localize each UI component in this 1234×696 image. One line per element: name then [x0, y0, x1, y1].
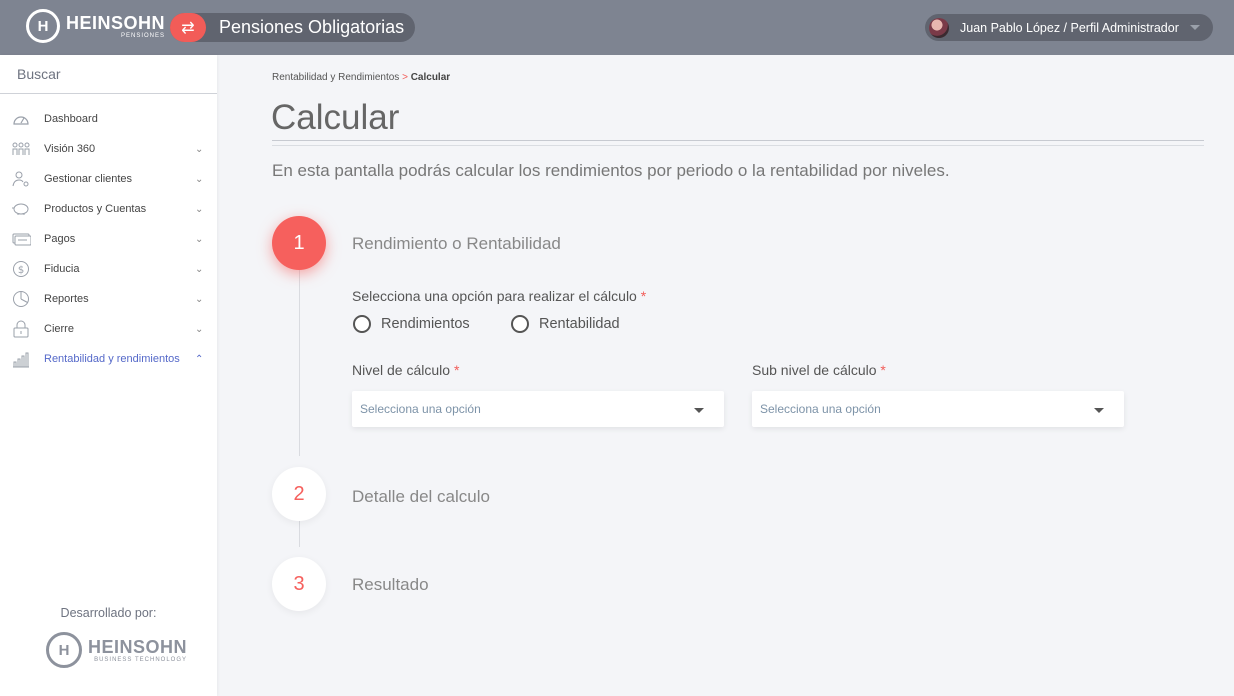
sidebar-item-label: Pagos — [44, 233, 76, 245]
sidebar-item-label: Visión 360 — [44, 143, 96, 155]
sidebar-item-fiducia[interactable]: $ Fiducia ⌄ — [0, 254, 217, 284]
radio-circle[interactable] — [353, 315, 371, 333]
sidebar-item-label: Fiducia — [44, 263, 80, 275]
sidebar-item-label: Reportes — [44, 293, 89, 305]
chevron-down-icon[interactable]: ⌄ — [195, 204, 203, 215]
top-bar: H HEINSOHN PENSIONES ⇄ Pensiones Obligat… — [0, 0, 1234, 55]
heinsohn-footer-logo: H HEINSOHN BUSINESS TECHNOLOGY — [46, 632, 187, 668]
chevron-down-icon[interactable]: ⌄ — [195, 264, 203, 275]
search-input[interactable]: Buscar — [0, 55, 217, 94]
chevron-down-icon[interactable]: ⌄ — [195, 174, 203, 185]
people-icon — [11, 140, 31, 158]
brand-name: HEINSOHN — [66, 12, 166, 33]
radio-label: Rentabilidad — [539, 316, 620, 332]
logo-mark: H — [46, 632, 82, 668]
radio-circle[interactable] — [511, 315, 529, 333]
breadcrumb: Rentabilidad y Rendimientos > Calcular — [272, 72, 450, 83]
select-placeholder: Selecciona una opción — [760, 402, 881, 416]
sidebar-item-label: Gestionar clientes — [44, 173, 133, 185]
step-connector — [299, 270, 300, 456]
step-2-indicator: 2 — [272, 467, 326, 521]
radio-rentabilidad[interactable]: Rentabilidad — [511, 315, 620, 333]
required-mark: * — [640, 288, 647, 304]
page-title: Calcular — [271, 98, 400, 137]
piggy-bank-icon — [11, 200, 31, 218]
sidebar-item-cierre[interactable]: Cierre ⌄ — [0, 314, 217, 344]
sidebar-item-dashboard[interactable]: Dashboard — [0, 104, 217, 134]
subnivel-label: Sub nivel de cálculo * — [752, 362, 886, 378]
sidebar-item-vision-360[interactable]: Visión 360 ⌄ — [0, 134, 217, 164]
speedometer-icon — [11, 110, 31, 128]
brand-name: HEINSOHN — [88, 636, 188, 657]
cash-icon — [11, 230, 31, 248]
title-divider — [272, 145, 1204, 146]
step-connector — [299, 520, 300, 547]
sidebar-item-rentabilidad-y-rendimientos[interactable]: Rentabilidad y rendimientos ⌃ — [0, 344, 217, 374]
nivel-select[interactable]: Selecciona una opción — [352, 391, 724, 427]
sidebar-nav: Dashboard Visión 360 ⌄ Gestionar cliente… — [0, 94, 217, 374]
heinsohn-logo[interactable]: H HEINSOHN PENSIONES — [26, 9, 165, 43]
sidebar: Buscar Dashboard Visión 360 ⌄ Gestionar … — [0, 55, 217, 696]
step-3-indicator: 3 — [272, 557, 326, 611]
app-title: Pensiones Obligatorias — [219, 17, 405, 37]
sidebar-item-productos-y-cuentas[interactable]: Productos y Cuentas ⌄ — [0, 194, 217, 224]
step-1-title: Rendimiento o Rentabilidad — [352, 234, 561, 253]
avatar — [929, 17, 949, 38]
sidebar-item-gestionar-clientes[interactable]: Gestionar clientes ⌄ — [0, 164, 217, 194]
step-2-title: Detalle del calculo — [352, 487, 490, 506]
select-placeholder: Selecciona una opción — [360, 402, 481, 416]
breadcrumb-current: Calcular — [410, 72, 451, 83]
developed-by-label: Desarrollado por: — [60, 606, 157, 620]
required-mark: * — [880, 362, 886, 378]
breadcrumb-separator: > — [402, 72, 408, 83]
chevron-up-icon[interactable]: ⌃ — [195, 354, 203, 365]
sidebar-item-pagos[interactable]: Pagos ⌄ — [0, 224, 217, 254]
step-3-title: Resultado — [352, 575, 429, 594]
lock-icon — [11, 320, 31, 338]
step-1-indicator: 1 — [272, 216, 326, 270]
caret-down-icon[interactable] — [1094, 408, 1104, 413]
sidebar-item-label: Productos y Cuentas — [44, 203, 147, 215]
user-menu[interactable]: Juan Pablo López / Perfil Administrador — [925, 14, 1213, 41]
page-description: En esta pantalla podrás calcular los ren… — [272, 161, 950, 180]
radio-rendimientos[interactable]: Rendimientos — [353, 315, 470, 333]
logo-mark: H — [26, 9, 60, 43]
caret-down-icon[interactable] — [1189, 25, 1200, 30]
sidebar-item-label: Dashboard — [44, 113, 98, 125]
calculation-type-label: Selecciona una opción para realizar el c… — [352, 288, 647, 304]
bar-chart-icon — [11, 350, 31, 368]
app-switcher[interactable]: ⇄ Pensiones Obligatorias — [170, 13, 415, 42]
sidebar-item-reportes[interactable]: Reportes ⌄ — [0, 284, 217, 314]
chevron-down-icon[interactable]: ⌄ — [195, 294, 203, 305]
required-mark: * — [453, 362, 460, 378]
caret-down-icon[interactable] — [694, 408, 704, 413]
title-divider — [272, 140, 1204, 141]
sidebar-item-label: Rentabilidad y rendimientos — [44, 353, 180, 365]
chevron-down-icon[interactable]: ⌄ — [195, 144, 203, 155]
pie-chart-icon — [11, 290, 31, 308]
radio-label: Rendimientos — [381, 316, 470, 332]
chevron-down-icon[interactable]: ⌄ — [195, 234, 203, 245]
brand-subtitle: PENSIONES — [121, 32, 166, 39]
subnivel-select[interactable]: Selecciona una opción — [752, 391, 1124, 427]
user-name: Juan Pablo López / Perfil Administrador — [960, 20, 1179, 35]
user-gear-icon — [11, 170, 31, 188]
swap-icon[interactable]: ⇄ — [170, 13, 206, 42]
dollar-coin-icon: $ — [11, 260, 31, 278]
brand-subtitle: BUSINESS TECHNOLOGY — [94, 656, 188, 663]
chevron-down-icon[interactable]: ⌄ — [195, 324, 203, 335]
nivel-label: Nivel de cálculo * — [352, 362, 460, 378]
svg-text:$: $ — [18, 265, 24, 276]
sidebar-item-label: Cierre — [44, 323, 74, 335]
breadcrumb-parent-link[interactable]: Rentabilidad y Rendimientos — [272, 72, 399, 83]
